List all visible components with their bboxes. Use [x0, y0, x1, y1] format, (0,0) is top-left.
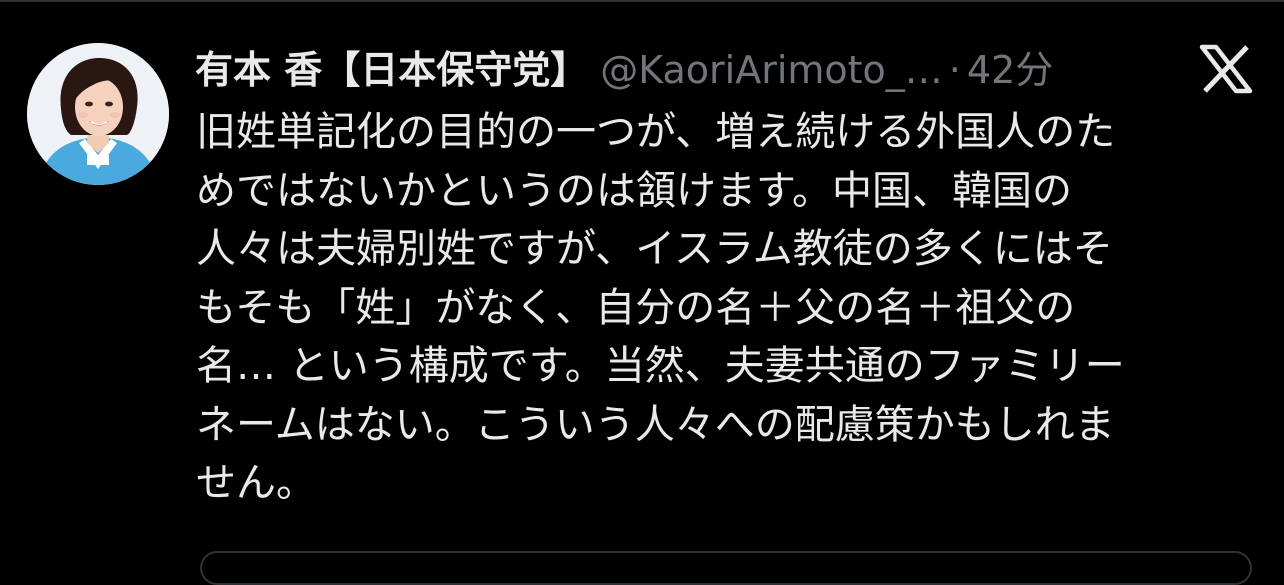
profile-photo-icon: [27, 43, 169, 185]
author-display-name[interactable]: 有本 香【日本保守党】: [195, 40, 588, 100]
top-divider: [0, 0, 1284, 2]
tweet-header: 有本 香【日本保守党】 @KaoriArimoto_… · 42分: [195, 40, 1175, 100]
tweet-text-line: 人々は夫婦別姓ですが、イスラム教徒の多くにはそ: [196, 226, 1113, 272]
author-handle[interactable]: @KaoriArimoto_…: [600, 40, 943, 100]
quoted-card[interactable]: [200, 551, 1252, 585]
tweet-text-line: 旧姓単記化の目的の一つが、増え続ける外国人のた: [196, 109, 1116, 155]
avatar[interactable]: [27, 43, 169, 185]
tweet-text-line: めではないかというのは頷けます。中国、韓国の: [196, 167, 1072, 214]
tweet-text: 旧姓単記化の目的の一つが、増え続ける外国人のた めではないかというのは頷けます。…: [196, 103, 1246, 513]
x-logo-icon[interactable]: [1198, 44, 1254, 94]
post-timestamp[interactable]: 42分: [967, 40, 1053, 100]
tweet-text-line: 名… という構成です。当然、夫妻共通のファミリー: [196, 343, 1125, 389]
tweet-text-line: ネームはない。こういう人々への配慮策かもしれま: [196, 401, 1115, 448]
tweet-text-line: せん。: [196, 460, 316, 506]
separator-dot: ·: [948, 48, 961, 92]
tweet-text-line: もそも「姓」がなく、自分の名＋父の名＋祖父の: [196, 284, 1076, 331]
